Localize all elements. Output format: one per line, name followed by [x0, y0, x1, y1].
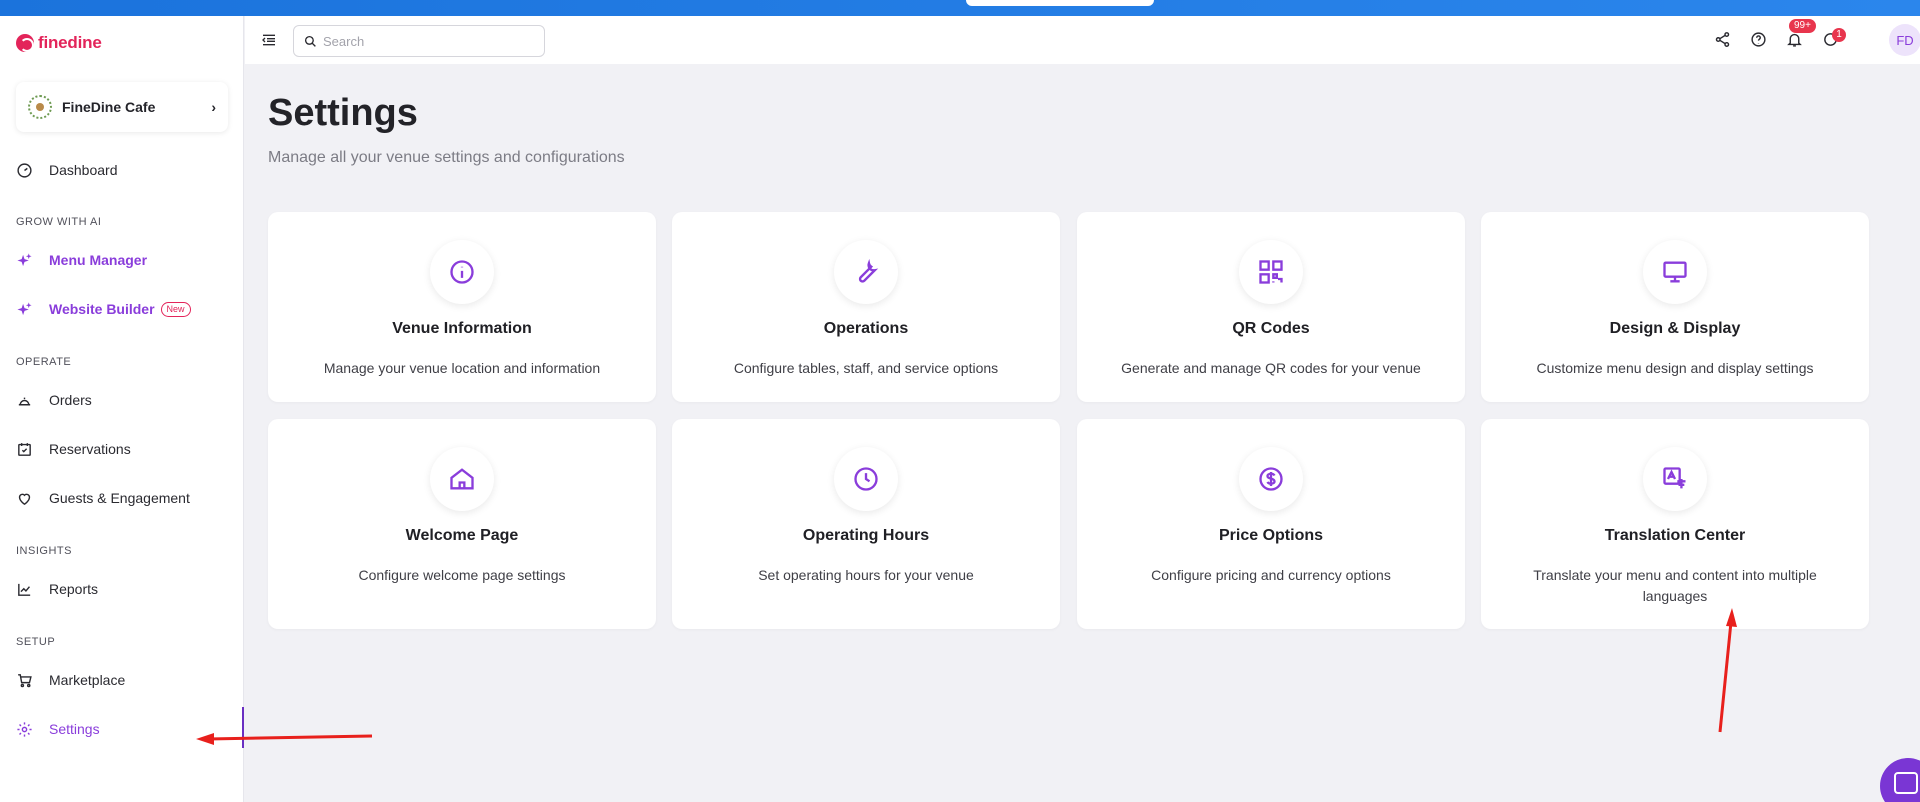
- chevron-right-icon: ›: [211, 99, 216, 115]
- card-icon-wrapper: [1643, 447, 1707, 511]
- section-label-grow: GROW WITH AI: [16, 216, 102, 228]
- search-icon: [304, 35, 316, 47]
- user-avatar[interactable]: FD: [1889, 24, 1920, 56]
- card-icon-wrapper: [430, 447, 494, 511]
- sidebar-item-reservations[interactable]: Reservations: [16, 437, 131, 461]
- card-title: Venue Information: [392, 320, 532, 337]
- bell-icon[interactable]: [1786, 31, 1803, 48]
- sidebar-item-settings[interactable]: Settings: [16, 717, 100, 741]
- card-description: Configure welcome page settings: [358, 567, 566, 583]
- browser-top-band: [0, 0, 1920, 16]
- qr-code-icon: [1259, 260, 1283, 284]
- card-description: Configure tables, staff, and service opt…: [733, 360, 999, 376]
- card-title: Operating Hours: [802, 527, 930, 544]
- sidebar-item-label: Reports: [49, 581, 99, 597]
- section-label-insights: INSIGHTS: [16, 545, 72, 557]
- sidebar-item-label: Marketplace: [49, 672, 126, 688]
- sidebar-item-label: Website Builder: [49, 301, 155, 317]
- card-description: Configure pricing and currency options: [1151, 567, 1391, 583]
- sparkle-icon: [17, 301, 32, 315]
- sidebar-item-label: Dashboard: [49, 162, 118, 178]
- chat-support-button[interactable]: [1880, 758, 1920, 802]
- section-label-operate: OPERATE: [16, 356, 72, 368]
- gauge-icon: [17, 162, 32, 178]
- section-label-setup: SETUP: [16, 636, 56, 648]
- cart-icon: [18, 673, 32, 687]
- settings-card-price-options[interactable]: Price Options Configure pricing and curr…: [1077, 419, 1465, 629]
- page-title: Settings: [268, 92, 418, 134]
- sidebar-item-menu-manager[interactable]: Menu Manager: [16, 248, 147, 272]
- sidebar-item-marketplace[interactable]: Marketplace: [16, 668, 125, 692]
- calendar-check-icon: [18, 442, 31, 456]
- gear-icon: [17, 721, 32, 737]
- card-icon-wrapper: [1643, 240, 1707, 304]
- logo-mark-icon: [16, 34, 34, 52]
- heart-icon: [18, 493, 31, 505]
- sidebar-item-dashboard[interactable]: Dashboard: [16, 158, 118, 182]
- settings-card-design-display[interactable]: Design & Display Customize menu design a…: [1481, 212, 1869, 402]
- card-description: Translate your menu and content into mul…: [1533, 567, 1817, 604]
- sidebar-item-label: Guests & Engagement: [49, 490, 190, 506]
- settings-card-operating-hours[interactable]: Operating Hours Set operating hours for …: [672, 419, 1060, 629]
- card-icon-wrapper: [430, 240, 494, 304]
- card-description: Manage your venue location and informati…: [323, 360, 601, 376]
- card-icon-wrapper: [834, 240, 898, 304]
- sidebar-item-orders[interactable]: Orders: [16, 388, 92, 412]
- info-icon: [450, 260, 474, 284]
- top-header: 99+ 1 FD: [245, 16, 1920, 64]
- home-icon: [450, 468, 474, 490]
- sidebar-item-reports[interactable]: Reports: [16, 577, 98, 601]
- venue-selector[interactable]: FineDine Cafe ›: [16, 82, 228, 132]
- annotation-arrow-translation: [1718, 621, 1733, 733]
- sidebar: finedine FineDine Cafe › Dashboard GROW …: [0, 16, 244, 802]
- settings-card-welcome-page[interactable]: Welcome Page Configure welcome page sett…: [268, 419, 656, 629]
- settings-card-translation-center[interactable]: Translation Center Translate your menu a…: [1481, 419, 1869, 629]
- card-icon-wrapper: [1239, 447, 1303, 511]
- sidebar-item-label: Menu Manager: [49, 252, 148, 268]
- search-box[interactable]: [293, 25, 545, 57]
- logo-text: finedine: [38, 33, 102, 52]
- wrench-icon: [858, 258, 879, 283]
- venue-name: FineDine Cafe: [62, 99, 156, 115]
- sparkle-icon: [17, 252, 32, 266]
- card-title: QR Codes: [1232, 320, 1310, 337]
- venue-logo-icon: [28, 95, 52, 119]
- settings-card-operations[interactable]: Operations Configure tables, staff, and …: [672, 212, 1060, 402]
- translate-icon: [1663, 467, 1686, 489]
- new-badge: New: [160, 301, 191, 317]
- card-description: Customize menu design and display settin…: [1536, 360, 1814, 376]
- sidebar-item-label: Reservations: [49, 441, 131, 457]
- card-title: Operations: [823, 320, 909, 337]
- sidebar-item-label: Settings: [49, 721, 100, 737]
- card-description: Generate and manage QR codes for your ve…: [1121, 360, 1421, 376]
- clock-icon: [854, 467, 878, 491]
- sidebar-toggle-icon[interactable]: [261, 32, 277, 48]
- share-icon[interactable]: [1714, 31, 1731, 48]
- bell-service-icon: [18, 397, 31, 405]
- settings-card-venue-information[interactable]: Venue Information Manage your venue loca…: [268, 212, 656, 402]
- alerts-badge: 1: [1832, 28, 1846, 42]
- card-title: Translation Center: [1604, 527, 1746, 544]
- sidebar-item-guests[interactable]: Guests & Engagement: [16, 486, 190, 510]
- card-icon-wrapper: [834, 447, 898, 511]
- sidebar-item-website-builder[interactable]: Website Builder New: [16, 297, 191, 321]
- monitor-icon: [1663, 261, 1687, 283]
- notifications-badge: 99+: [1789, 19, 1816, 33]
- card-title: Welcome Page: [405, 527, 519, 544]
- top-band-pill: [966, 0, 1154, 6]
- dollar-icon: [1259, 467, 1283, 491]
- settings-card-qr-codes[interactable]: QR Codes Generate and manage QR codes fo…: [1077, 212, 1465, 402]
- help-icon[interactable]: [1750, 31, 1767, 48]
- sidebar-item-label: Orders: [49, 392, 92, 408]
- card-title: Price Options: [1218, 527, 1324, 544]
- card-description: Set operating hours for your venue: [758, 567, 974, 583]
- chart-line-icon: [18, 583, 31, 596]
- page-subtitle: Manage all your venue settings and confi…: [268, 149, 625, 166]
- card-title: Design & Display: [1609, 320, 1741, 337]
- finedine-logo[interactable]: finedine: [16, 33, 102, 53]
- search-input[interactable]: [323, 33, 523, 49]
- card-icon-wrapper: [1239, 240, 1303, 304]
